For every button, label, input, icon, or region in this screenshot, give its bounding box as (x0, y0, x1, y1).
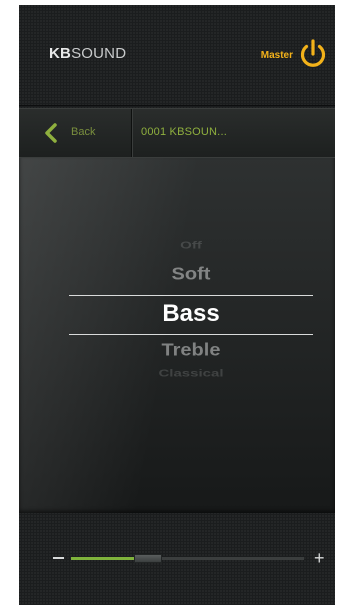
back-label: Back (71, 126, 96, 138)
selection-line-bottom (69, 334, 313, 335)
device-name: 0001 KBSOUN... (141, 126, 227, 138)
volume-slider-thumb[interactable] (133, 554, 162, 563)
logo-light-part: SOUND (71, 45, 127, 62)
app-screen: KBSOUND Master Back 0001 KBSOUN... Off S… (19, 5, 335, 605)
eq-preset-picker[interactable]: Off Soft Bass Treble Classical (69, 237, 313, 397)
volume-bar: + (19, 513, 335, 605)
volume-up-button[interactable]: + (314, 549, 325, 567)
picker-option-treble[interactable]: Treble (69, 340, 313, 361)
nav-bar: Back 0001 KBSOUN... (19, 108, 335, 158)
volume-level-fill (71, 557, 134, 560)
brand-logo: KBSOUND (49, 45, 126, 62)
volume-down-button[interactable] (53, 557, 64, 559)
volume-slider[interactable] (71, 554, 304, 563)
logo-bold-part: KB (49, 45, 72, 62)
master-label: Master (260, 50, 293, 61)
power-icon (300, 39, 326, 67)
picker-option-soft[interactable]: Soft (69, 264, 313, 285)
selection-line-top (69, 295, 313, 296)
app-header: KBSOUND Master (19, 5, 335, 106)
eq-preset-panel: Off Soft Bass Treble Classical (19, 157, 335, 513)
picker-option-classical[interactable]: Classical (69, 368, 313, 380)
picker-option-off[interactable]: Off (69, 240, 313, 252)
picker-option-bass-selected[interactable]: Bass (69, 300, 313, 328)
back-button[interactable]: Back (19, 109, 132, 157)
chevron-left-icon (45, 123, 57, 143)
master-power-button[interactable] (297, 37, 329, 71)
